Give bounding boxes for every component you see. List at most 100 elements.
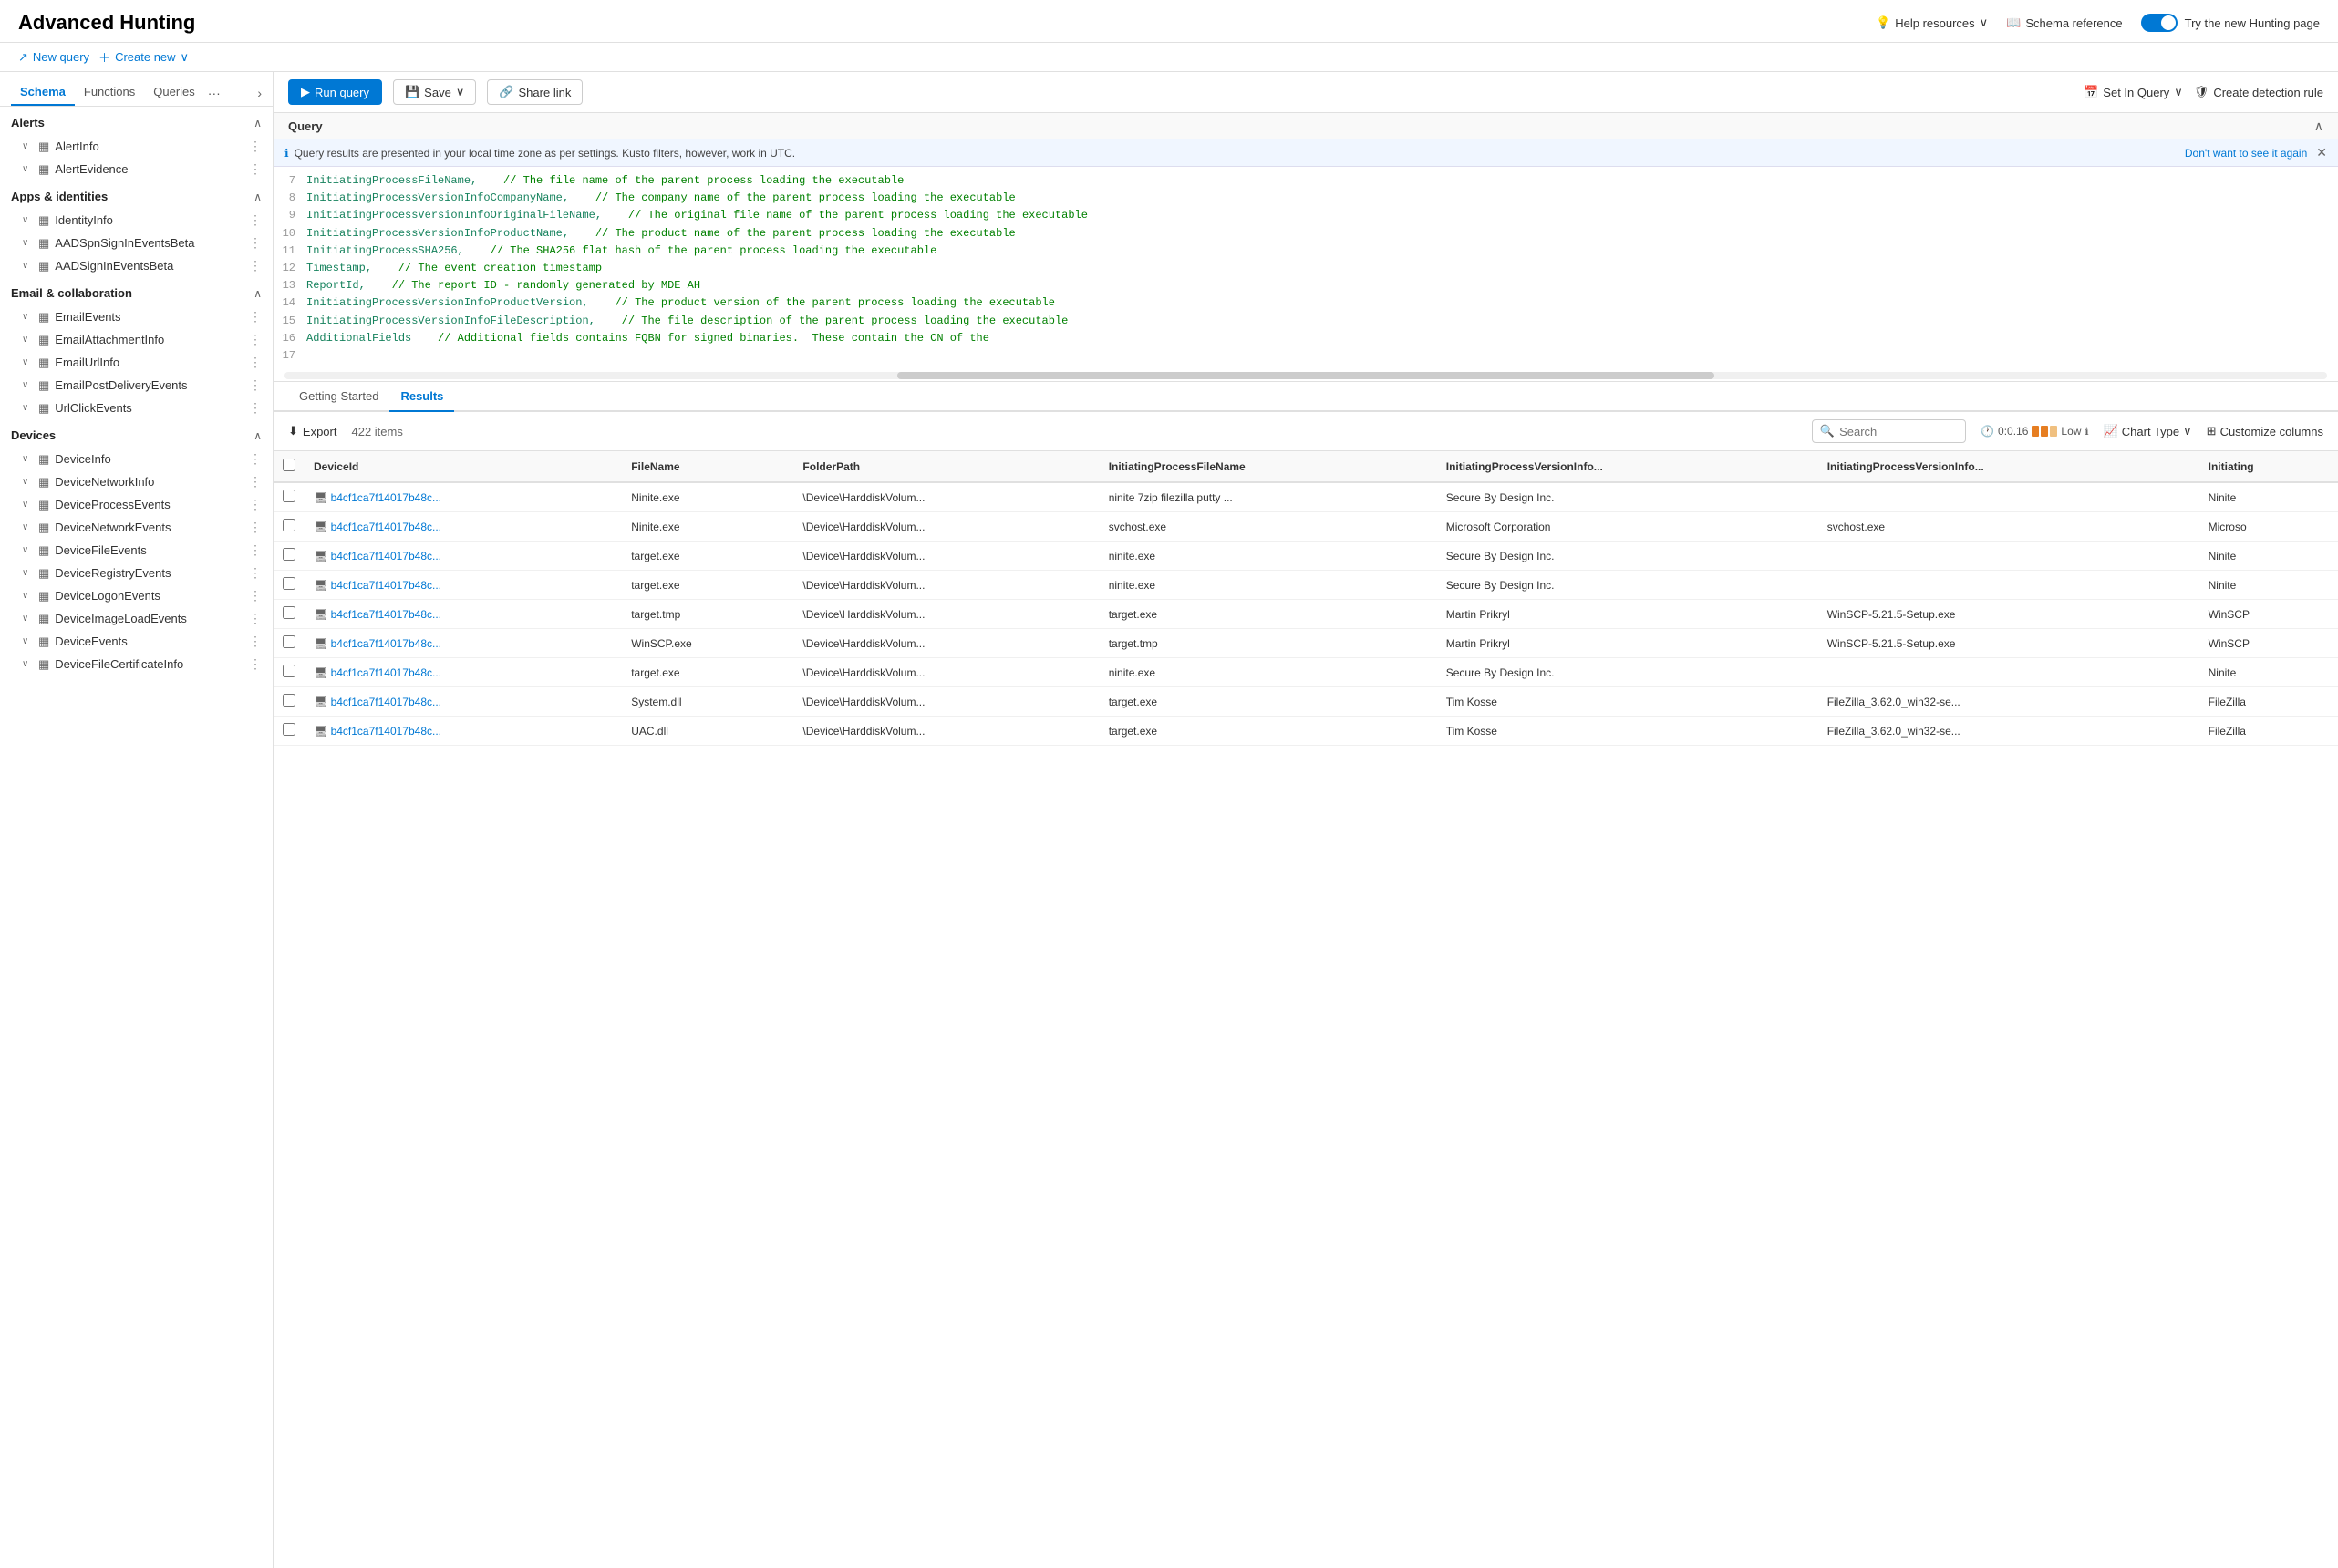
col-folderpath[interactable]: FolderPath bbox=[793, 451, 1099, 482]
more-icon[interactable]: ⋮ bbox=[249, 139, 262, 154]
tab-functions[interactable]: Functions bbox=[75, 79, 144, 106]
section-email-header[interactable]: Email & collaboration ∧ bbox=[0, 277, 273, 305]
tab-schema[interactable]: Schema bbox=[11, 79, 75, 106]
row-checkbox-cell[interactable] bbox=[274, 571, 305, 600]
sidebar-item-devicelogonevents[interactable]: ∨ ▦ DeviceLogonEvents ⋮ bbox=[0, 584, 273, 607]
sidebar-item-devicefilecertificateinfo[interactable]: ∨ ▦ DeviceFileCertificateInfo ⋮ bbox=[0, 653, 273, 676]
more-icon[interactable]: ⋮ bbox=[249, 474, 262, 490]
row-checkbox[interactable] bbox=[283, 723, 295, 736]
more-icon[interactable]: ⋮ bbox=[249, 565, 262, 581]
col-initiatingversioninfo2[interactable]: InitiatingProcessVersionInfo... bbox=[1818, 451, 2199, 482]
sidebar-item-emailevents[interactable]: ∨ ▦ EmailEvents ⋮ bbox=[0, 305, 273, 328]
set-in-query-button[interactable]: 📅 Set In Query ∨ bbox=[2084, 85, 2183, 99]
sidebar-item-emailpostdelivery[interactable]: ∨ ▦ EmailPostDeliveryEvents ⋮ bbox=[0, 374, 273, 397]
share-link-button[interactable]: 🔗 Share link bbox=[487, 79, 583, 105]
col-initiating[interactable]: Initiating bbox=[2199, 451, 2338, 482]
row-checkbox-cell[interactable] bbox=[274, 658, 305, 687]
schema-reference-link[interactable]: 📖 Schema reference bbox=[2006, 15, 2122, 30]
row-checkbox-cell[interactable] bbox=[274, 687, 305, 717]
more-icon[interactable]: ⋮ bbox=[249, 656, 262, 672]
results-search[interactable]: 🔍 bbox=[1812, 419, 1966, 443]
query-collapse-button[interactable]: ∧ bbox=[2314, 119, 2323, 134]
row-checkbox-cell[interactable] bbox=[274, 600, 305, 629]
col-initiatingversioninfo1[interactable]: InitiatingProcessVersionInfo... bbox=[1437, 451, 1818, 482]
more-icon[interactable]: ⋮ bbox=[249, 634, 262, 649]
more-icon[interactable]: ⋮ bbox=[249, 400, 262, 416]
help-resources-link[interactable]: 💡 Help resources ∨ bbox=[1876, 15, 1988, 30]
more-icon[interactable]: ⋮ bbox=[249, 212, 262, 228]
more-icon[interactable]: ⋮ bbox=[249, 542, 262, 558]
sidebar-item-alertinfo[interactable]: ∨ ▦ AlertInfo ⋮ bbox=[0, 135, 273, 158]
new-query-button[interactable]: ↗ New query bbox=[18, 50, 89, 65]
customize-columns-button[interactable]: ⊞ Customize columns bbox=[2207, 424, 2323, 438]
tab-results[interactable]: Results bbox=[389, 382, 454, 412]
sidebar-item-aadsignin[interactable]: ∨ ▦ AADSignInEventsBeta ⋮ bbox=[0, 254, 273, 277]
deviceid-link[interactable]: b4cf1ca7f14017b48c... bbox=[331, 491, 441, 504]
code-scrollbar[interactable] bbox=[284, 372, 2327, 379]
select-all-checkbox[interactable] bbox=[283, 459, 295, 471]
sidebar-item-deviceimageloadevents[interactable]: ∨ ▦ DeviceImageLoadEvents ⋮ bbox=[0, 607, 273, 630]
row-checkbox[interactable] bbox=[283, 606, 295, 619]
more-icon[interactable]: ⋮ bbox=[249, 235, 262, 251]
deviceid-link[interactable]: b4cf1ca7f14017b48c... bbox=[331, 666, 441, 679]
col-filename[interactable]: FileName bbox=[622, 451, 793, 482]
data-table-wrap[interactable]: DeviceId FileName FolderPath InitiatingP… bbox=[274, 451, 2338, 1568]
sidebar-item-devicefileevents[interactable]: ∨ ▦ DeviceFileEvents ⋮ bbox=[0, 539, 273, 562]
deviceid-link[interactable]: b4cf1ca7f14017b48c... bbox=[331, 579, 441, 592]
toggle-track[interactable] bbox=[2141, 14, 2178, 32]
deviceid-link[interactable]: b4cf1ca7f14017b48c... bbox=[331, 550, 441, 562]
more-icon[interactable]: ⋮ bbox=[249, 355, 262, 370]
deviceid-link[interactable]: b4cf1ca7f14017b48c... bbox=[331, 725, 441, 738]
sidebar-item-devicenetworkevents[interactable]: ∨ ▦ DeviceNetworkEvents ⋮ bbox=[0, 516, 273, 539]
deviceid-link[interactable]: b4cf1ca7f14017b48c... bbox=[331, 521, 441, 533]
sidebar-collapse-button[interactable]: › bbox=[257, 86, 262, 100]
deviceid-link[interactable]: b4cf1ca7f14017b48c... bbox=[331, 637, 441, 650]
run-query-button[interactable]: ▶ Run query bbox=[288, 79, 382, 105]
row-checkbox-cell[interactable] bbox=[274, 717, 305, 746]
section-devices-header[interactable]: Devices ∧ bbox=[0, 419, 273, 448]
close-notice-button[interactable]: ✕ bbox=[2316, 145, 2327, 160]
more-icon[interactable]: ⋮ bbox=[249, 520, 262, 535]
section-apps-header[interactable]: Apps & identities ∧ bbox=[0, 181, 273, 209]
export-button[interactable]: ⬇ Export bbox=[288, 424, 336, 438]
more-icon[interactable]: ⋮ bbox=[249, 377, 262, 393]
save-button[interactable]: 💾 Save ∨ bbox=[393, 79, 476, 105]
deviceid-link[interactable]: b4cf1ca7f14017b48c... bbox=[331, 696, 441, 708]
section-alerts-header[interactable]: Alerts ∧ bbox=[0, 107, 273, 135]
row-checkbox[interactable] bbox=[283, 490, 295, 502]
row-checkbox[interactable] bbox=[283, 548, 295, 561]
tab-getting-started[interactable]: Getting Started bbox=[288, 382, 389, 412]
col-initiatingprocessfilename[interactable]: InitiatingProcessFileName bbox=[1100, 451, 1437, 482]
row-checkbox[interactable] bbox=[283, 635, 295, 648]
sidebar-item-deviceregistryevents[interactable]: ∨ ▦ DeviceRegistryEvents ⋮ bbox=[0, 562, 273, 584]
chart-type-button[interactable]: 📈 Chart Type ∨ bbox=[2104, 424, 2192, 438]
sidebar-item-emailattachment[interactable]: ∨ ▦ EmailAttachmentInfo ⋮ bbox=[0, 328, 273, 351]
dont-show-button[interactable]: Don't want to see it again bbox=[2185, 147, 2307, 160]
more-icon[interactable]: ⋮ bbox=[249, 451, 262, 467]
more-icon[interactable]: ⋮ bbox=[249, 309, 262, 325]
row-checkbox[interactable] bbox=[283, 694, 295, 707]
search-input[interactable] bbox=[1839, 425, 1958, 438]
sidebar-item-deviceprocessevents[interactable]: ∨ ▦ DeviceProcessEvents ⋮ bbox=[0, 493, 273, 516]
sidebar-item-urlclick[interactable]: ∨ ▦ UrlClickEvents ⋮ bbox=[0, 397, 273, 419]
sidebar-item-deviceevents[interactable]: ∨ ▦ DeviceEvents ⋮ bbox=[0, 630, 273, 653]
col-deviceid[interactable]: DeviceId bbox=[305, 451, 622, 482]
more-icon[interactable]: ⋮ bbox=[249, 332, 262, 347]
more-icon[interactable]: ⋮ bbox=[249, 258, 262, 273]
row-checkbox-cell[interactable] bbox=[274, 629, 305, 658]
deviceid-link[interactable]: b4cf1ca7f14017b48c... bbox=[331, 608, 441, 621]
row-checkbox[interactable] bbox=[283, 519, 295, 531]
sidebar-item-identityinfo[interactable]: ∨ ▦ IdentityInfo ⋮ bbox=[0, 209, 273, 232]
sidebar-item-alertevidence[interactable]: ∨ ▦ AlertEvidence ⋮ bbox=[0, 158, 273, 181]
tab-queries[interactable]: Queries bbox=[144, 79, 204, 106]
create-detection-rule-button[interactable]: 🛡 Create detection rule bbox=[2194, 85, 2323, 99]
sidebar-item-emailurl[interactable]: ∨ ▦ EmailUrlInfo ⋮ bbox=[0, 351, 273, 374]
more-icon[interactable]: ⋮ bbox=[249, 497, 262, 512]
more-icon[interactable]: ⋮ bbox=[249, 611, 262, 626]
more-icon[interactable]: ⋮ bbox=[249, 588, 262, 603]
select-all-header[interactable] bbox=[274, 451, 305, 482]
sidebar-item-aadspn[interactable]: ∨ ▦ AADSpnSignInEventsBeta ⋮ bbox=[0, 232, 273, 254]
row-checkbox[interactable] bbox=[283, 577, 295, 590]
sidebar-item-deviceinfo[interactable]: ∨ ▦ DeviceInfo ⋮ bbox=[0, 448, 273, 470]
row-checkbox-cell[interactable] bbox=[274, 542, 305, 571]
